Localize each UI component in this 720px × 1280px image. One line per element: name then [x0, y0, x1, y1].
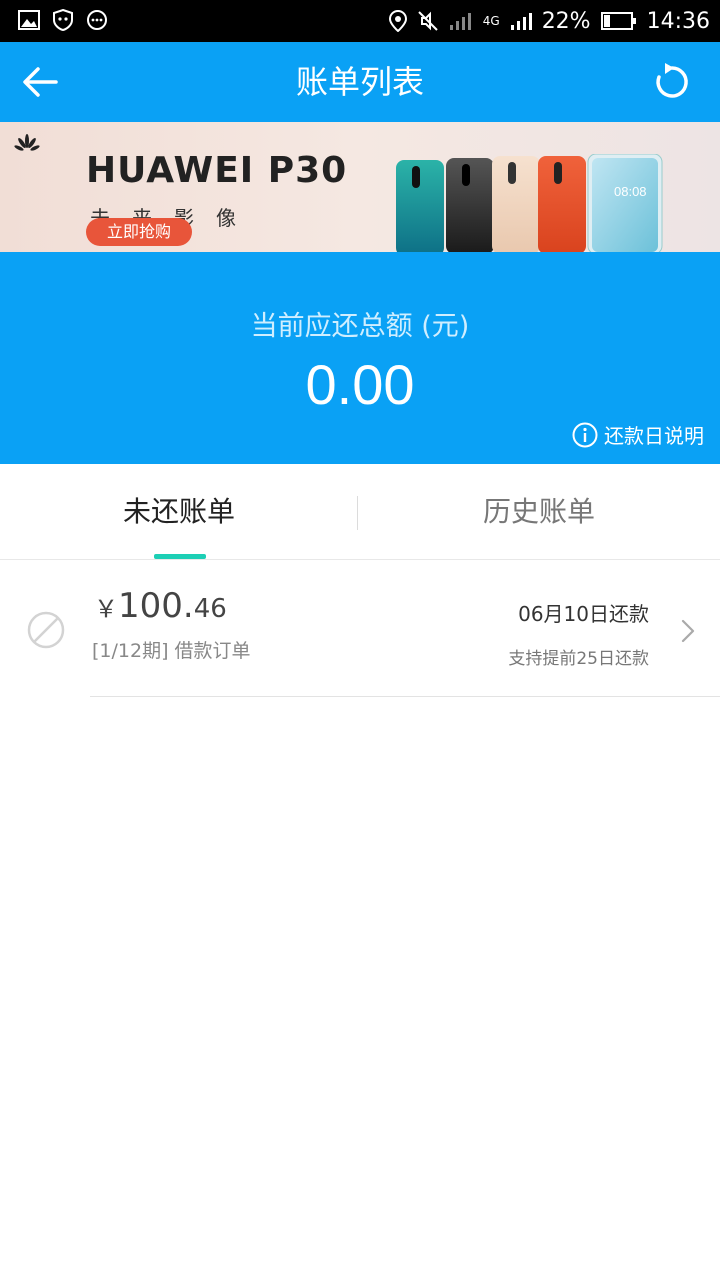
bill-amount-decimal: 46: [193, 594, 227, 624]
tab-history[interactable]: 历史账单: [360, 464, 718, 560]
tab-unpaid[interactable]: 未还账单: [0, 464, 358, 560]
row-divider: [90, 696, 720, 697]
clock: 14:36: [646, 8, 710, 34]
not-available-icon: [27, 611, 65, 649]
buy-now-button[interactable]: 立即抢购: [86, 218, 192, 246]
more-notification-icon: [87, 10, 107, 30]
bill-early-repay-note: 支持提前25日还款: [508, 649, 649, 669]
location-icon: [388, 10, 407, 32]
bill-period: [1/12期] 借款订单: [92, 640, 251, 662]
bill-due-date: 06月10日还款: [518, 602, 649, 626]
tab-divider: [357, 496, 358, 530]
signal-icon: [510, 13, 532, 30]
chevron-right-icon: [681, 619, 695, 643]
image-notification-icon: [18, 10, 40, 30]
repayment-date-info-label: 还款日说明: [604, 424, 704, 448]
status-bar: 4G 22% 14:36: [0, 0, 720, 42]
promo-banner[interactable]: HUAWEI P30 未来影像 立即抢购 08:08: [0, 122, 720, 252]
phones-image: 08:08: [396, 154, 663, 252]
battery-icon: [600, 12, 636, 30]
shield-notification-icon: [53, 9, 73, 31]
bill-tabs: 未还账单 历史账单: [0, 464, 720, 560]
network-type: 4G: [482, 14, 500, 28]
bill-amount: ￥100.46: [94, 586, 227, 626]
signal-weak-icon: [449, 13, 471, 30]
active-tab-indicator: [154, 554, 206, 559]
app-bar: 账单列表: [0, 42, 720, 122]
refresh-icon[interactable]: [650, 60, 694, 104]
info-icon: [572, 422, 598, 447]
status-bar-right: 4G 22% 14:36: [388, 6, 710, 36]
repayment-summary: 当前应还总额 (元) 0.00 还款日说明: [0, 252, 720, 464]
repayment-date-info-link[interactable]: 还款日说明: [572, 420, 704, 449]
banner-brand: HUAWEI P30: [86, 150, 348, 191]
mute-icon: [418, 11, 438, 31]
page-title: 账单列表: [295, 63, 424, 101]
phone-screen-time: 08:08: [614, 184, 647, 199]
bill-currency: ￥: [94, 595, 118, 623]
total-due-amount: 0.00: [305, 353, 415, 416]
battery-percent: 22%: [541, 8, 591, 34]
huawei-logo-icon: [14, 134, 40, 151]
bill-list-item[interactable]: ￥100.46 [1/12期] 借款订单 06月10日还款 支持提前25日还款: [0, 560, 720, 698]
total-due-label: 当前应还总额 (元): [250, 311, 470, 342]
bill-amount-integer: 100.: [118, 586, 194, 626]
status-bar-left: [18, 9, 108, 31]
